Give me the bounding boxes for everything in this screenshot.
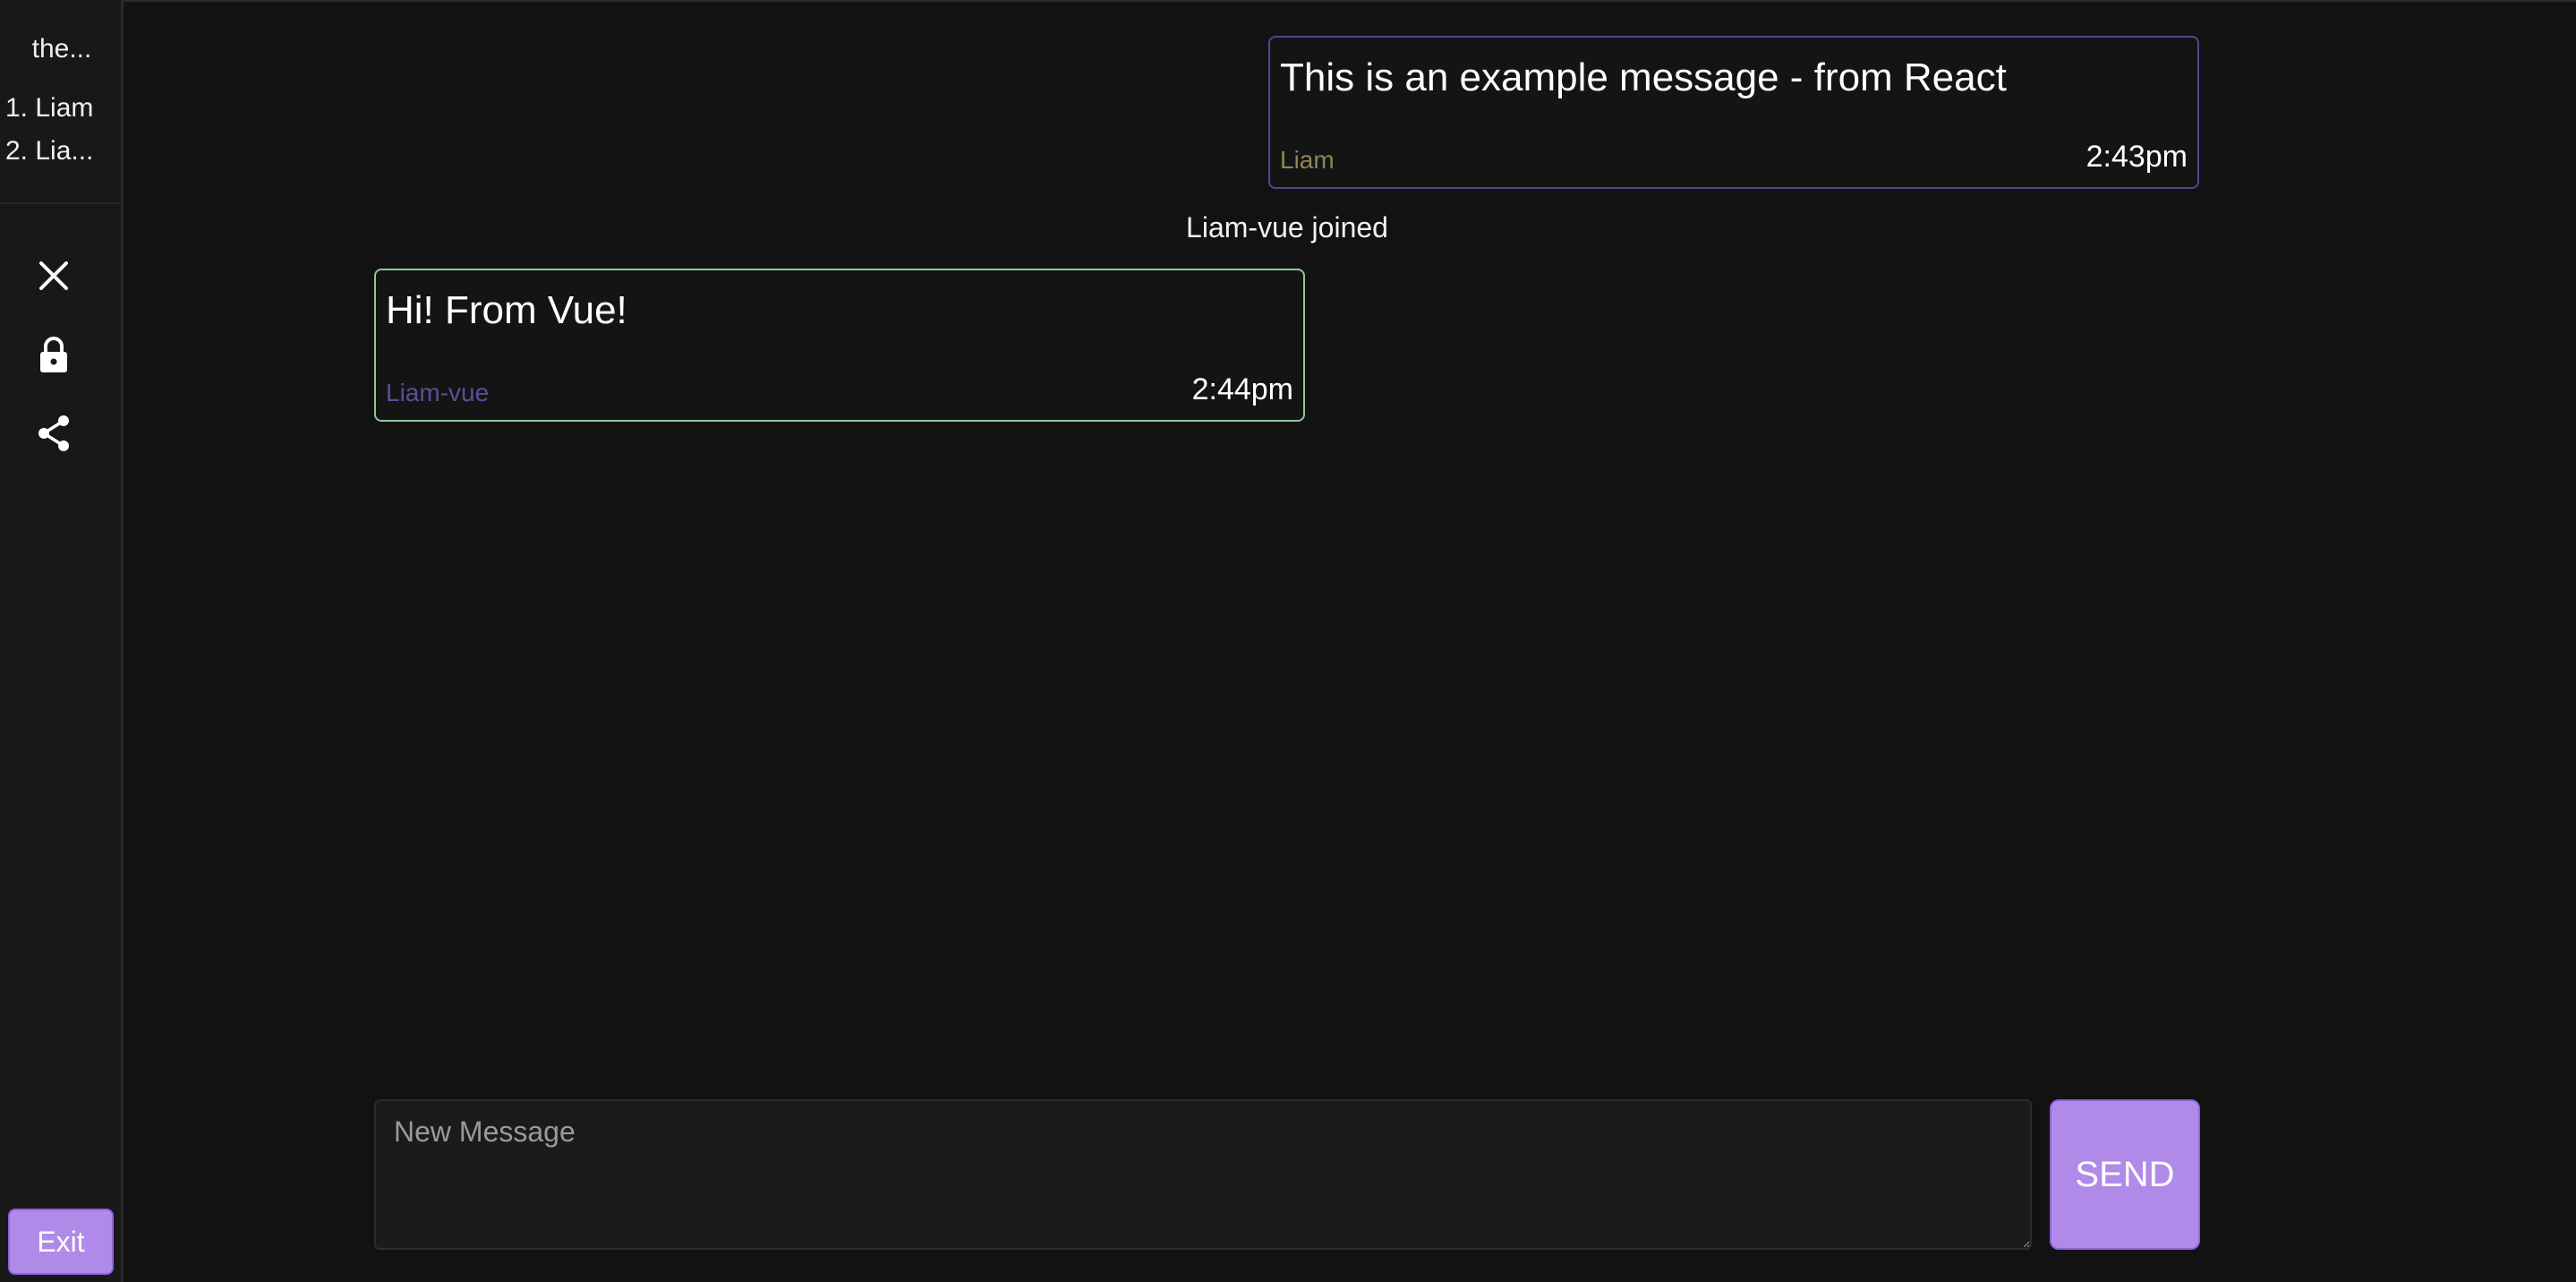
system-message: Liam-vue joined [1186,211,1388,244]
message-author: Liam [1280,146,1335,174]
message-text: Hi! From Vue! [386,288,627,332]
user-list-item: 1. Liam [5,93,94,123]
message-author: Liam-vue [386,379,490,406]
lock-icon[interactable] [32,333,75,376]
message-input[interactable] [374,1099,2032,1250]
user-list: 1. Liam 2. Lia... [5,90,122,175]
message-text: This is an example message - from React [1280,56,2007,99]
message-time: 2:43pm [2086,140,2188,174]
top-divider [124,0,2576,2]
sidebar: the... 1. Liam 2. Lia... Exit [0,0,124,1282]
share-icon[interactable] [32,412,75,455]
close-icon[interactable] [32,254,75,297]
message-time: 2:44pm [1191,372,1293,406]
chat-app: the... 1. Liam 2. Lia... Exit This is an… [0,0,2576,1282]
message-bubble: Hi! From Vue! Liam-vue 2:44pm [374,269,1305,422]
message-bubble: This is an example message - from React … [1268,36,2199,189]
user-list-item: 2. Lia... [5,136,94,166]
sidebar-divider [0,202,121,204]
room-name: the... [31,34,92,64]
send-button[interactable]: SEND [2050,1099,2200,1250]
exit-button[interactable]: Exit [8,1209,114,1275]
